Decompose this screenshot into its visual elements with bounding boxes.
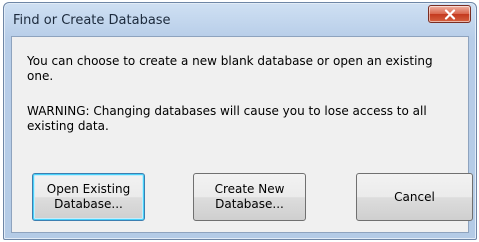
open-existing-database-button[interactable]: Open Existing Database... [32, 173, 145, 221]
info-message: You can choose to create a new blank dat… [27, 54, 433, 83]
dialog-body: You can choose to create a new blank dat… [11, 36, 473, 233]
dialog-title: Find or Create Database [13, 13, 171, 28]
title-bar[interactable]: Find or Create Database [4, 3, 476, 36]
close-button[interactable] [428, 5, 471, 23]
close-icon [444, 9, 456, 20]
find-or-create-database-dialog: Find or Create Database You can choose t… [3, 2, 477, 240]
cancel-button[interactable]: Cancel [356, 173, 473, 221]
warning-message: WARNING: Changing databases will cause y… [27, 104, 427, 133]
create-new-database-button[interactable]: Create New Database... [193, 173, 306, 221]
